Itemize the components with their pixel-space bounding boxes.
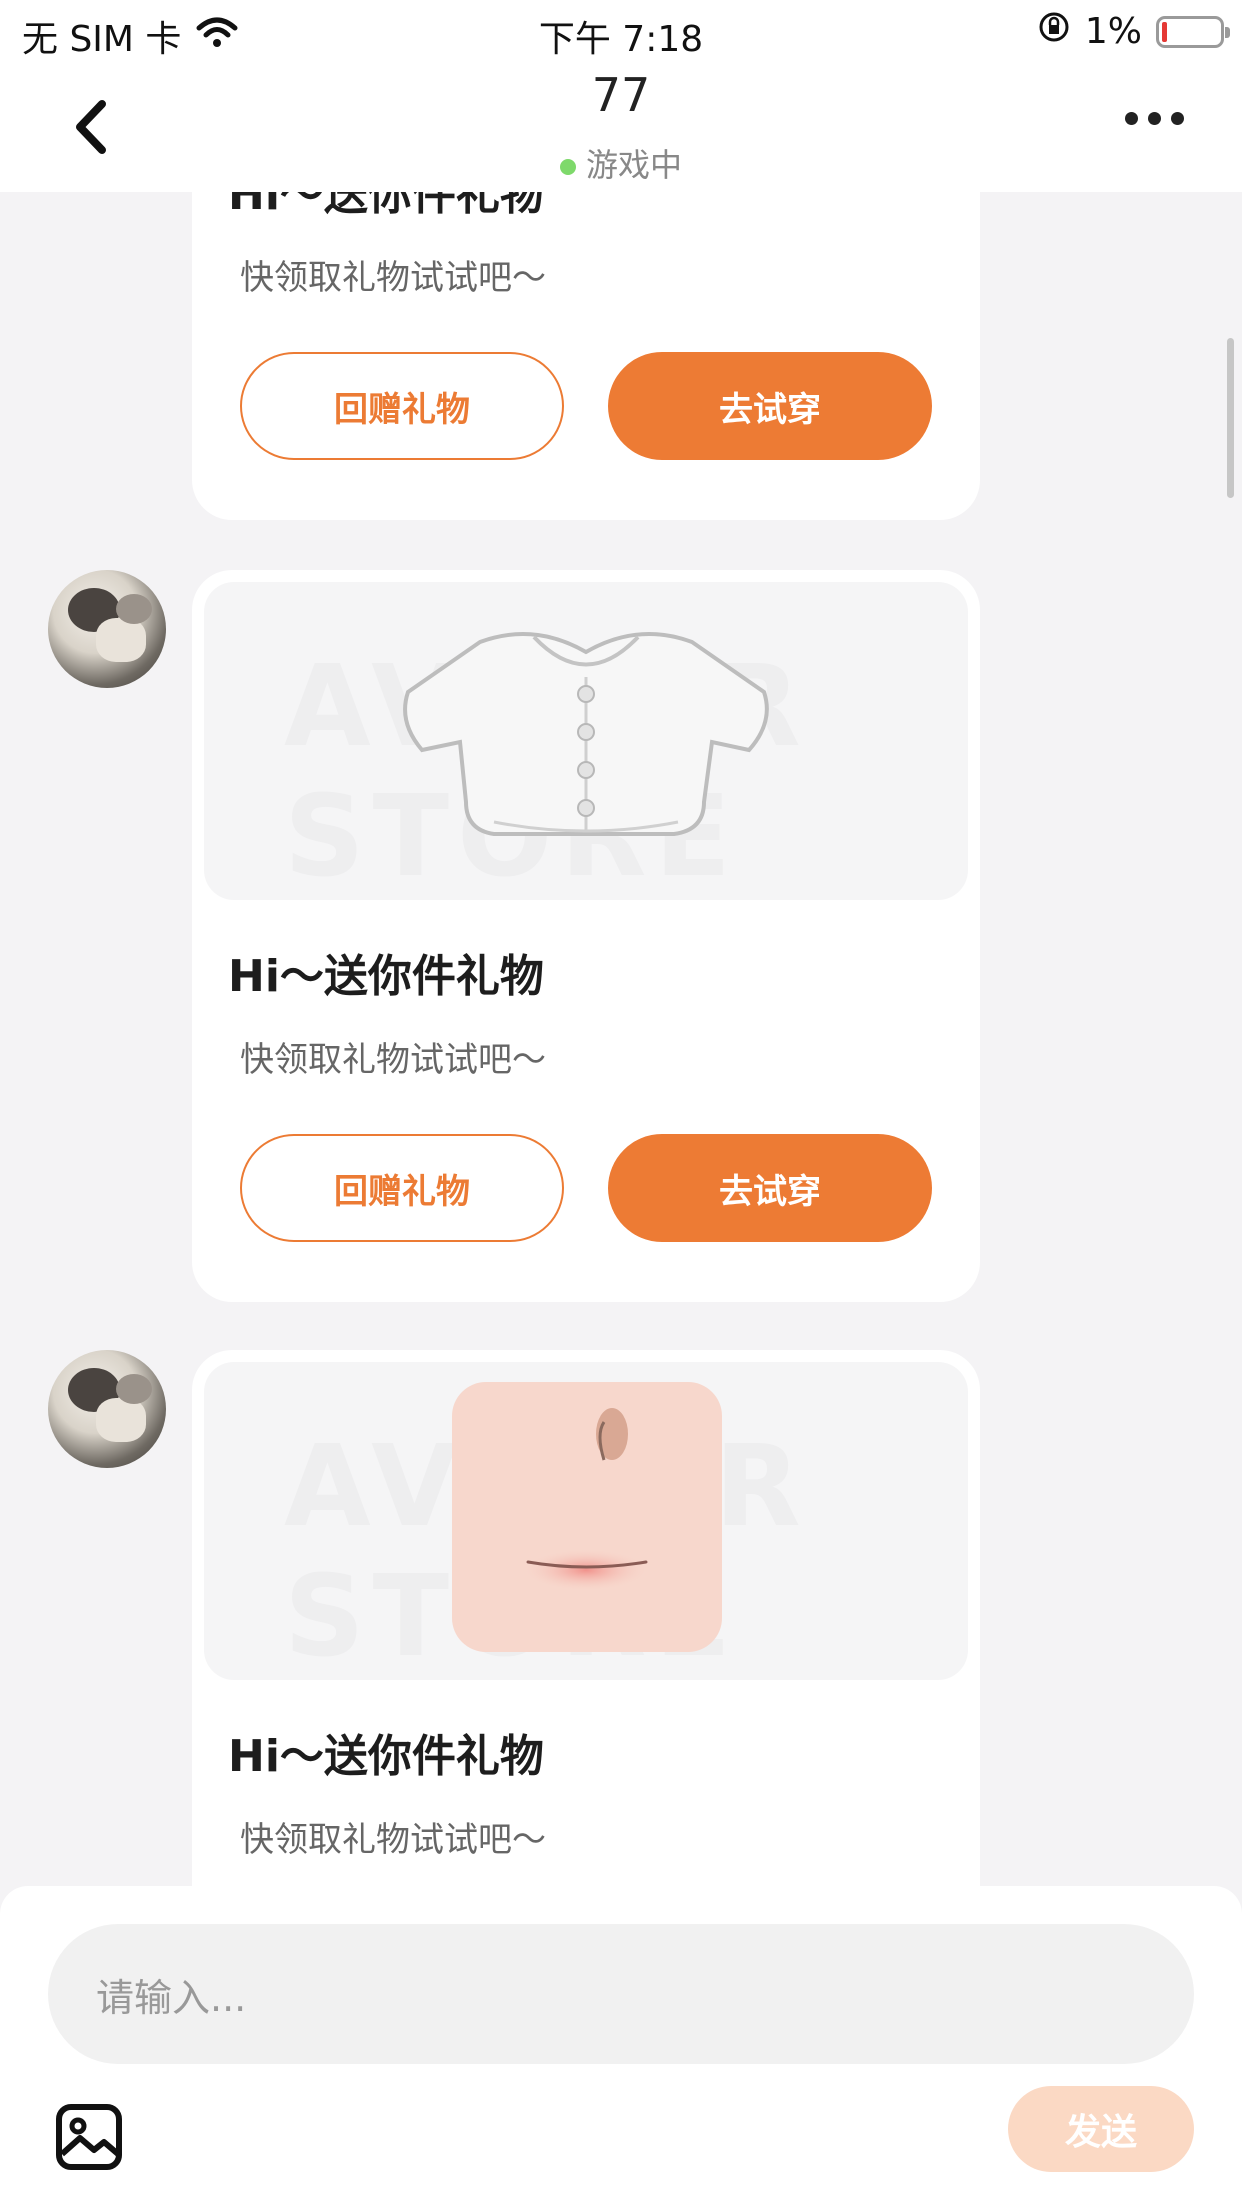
try-on-button[interactable]: 去试穿: [608, 1134, 932, 1242]
message-input[interactable]: 请输入...: [48, 1924, 1194, 2064]
more-dot: [1148, 112, 1161, 125]
contact-status: 游戏中: [0, 140, 1242, 186]
image-picker-button[interactable]: [54, 2102, 124, 2172]
send-button[interactable]: 发送: [1008, 2086, 1194, 2172]
sender-avatar[interactable]: [48, 570, 166, 688]
battery-percent: 1%: [1084, 11, 1142, 52]
more-options-button[interactable]: [1125, 112, 1184, 125]
return-gift-button[interactable]: 回赠礼物: [240, 352, 564, 460]
gift-item-preview[interactable]: AVATAR STORE: [204, 582, 968, 900]
scrollbar[interactable]: [1227, 338, 1234, 498]
white-blouse-icon: [403, 632, 769, 836]
try-on-button[interactable]: 去试穿: [608, 352, 932, 460]
gift-message-card: AVATAR STORE Hi～送你件礼物 快领取礼物试试吧～ 回赠礼物 去试穿: [192, 570, 980, 1302]
battery-icon: [1156, 15, 1230, 48]
gift-message-title: Hi～送你件礼物: [228, 951, 544, 1002]
contact-name: 77: [591, 68, 651, 122]
contact-status-label: 游戏中: [585, 146, 682, 184]
status-bar: 无 SIM 卡 下午 7:18 1%: [0, 0, 1242, 62]
message-composer: 请输入... 发送: [0, 1886, 1242, 2208]
gift-message-card: AVATAR STORE Hi～送你件礼物 快领取礼物试试吧～: [192, 1350, 980, 1970]
more-dot: [1171, 112, 1184, 125]
sender-avatar[interactable]: [48, 1350, 166, 1468]
return-gift-button[interactable]: 回赠礼物: [240, 1134, 564, 1242]
gift-message-subtitle: 快领取礼物试试吧～: [240, 258, 546, 298]
gift-message-subtitle: 快领取礼物试试吧～: [240, 1040, 546, 1080]
image-icon: [56, 2104, 122, 2170]
online-status-dot: [559, 159, 576, 175]
message-list[interactable]: Hi～送你件礼物 快领取礼物试试吧～ 回赠礼物 去试穿 AVATAR STORE: [0, 0, 1242, 2208]
gift-message-subtitle: 快领取礼物试试吧～: [240, 1820, 546, 1860]
face-makeup-icon: [452, 1382, 722, 1652]
gift-message-title: Hi～送你件礼物: [228, 1731, 544, 1782]
chat-header: 77 游戏中: [0, 62, 1242, 192]
orientation-lock-icon: [1037, 10, 1071, 53]
more-dot: [1125, 112, 1138, 125]
gift-item-preview[interactable]: AVATAR STORE: [204, 1362, 968, 1680]
